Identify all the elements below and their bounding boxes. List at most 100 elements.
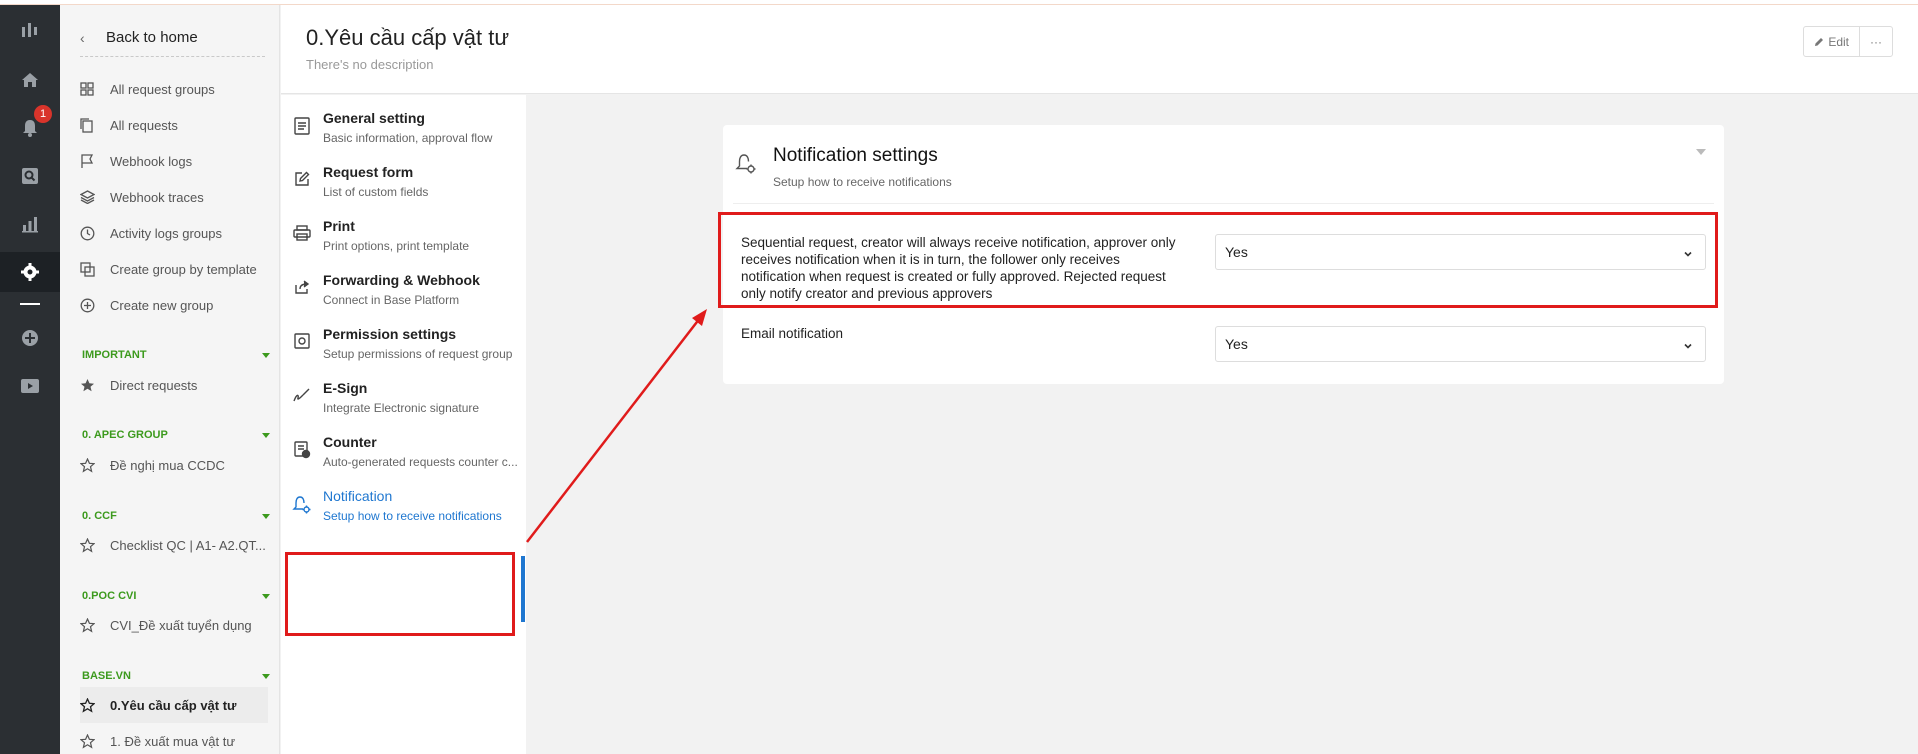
collapse-caret-icon[interactable] [1696, 149, 1706, 155]
caret-down-icon [262, 432, 270, 438]
star-filled-icon [80, 378, 110, 393]
menu-label: E-Sign [323, 380, 368, 396]
copy-icon [80, 117, 110, 133]
card-title: Notification settings [773, 145, 938, 166]
star-outline-icon [80, 697, 110, 713]
rail-divider [20, 303, 40, 305]
email-notification-label: Email notification [741, 326, 844, 341]
settings-menu: General setting Basic information, approv… [281, 95, 526, 754]
sidebar-item-direct-requests[interactable]: Direct requests [80, 367, 270, 403]
menu-sublabel: Auto-generated requests counter c... [323, 455, 518, 469]
sidebar-item-label: Create new group [110, 297, 214, 313]
more-label: ··· [1870, 34, 1882, 49]
menu-sublabel: Integrate Electronic signature [323, 401, 480, 415]
sidebar-item-label: 1. Đề xuất mua vật tư [110, 733, 236, 749]
report-chart-icon[interactable] [0, 204, 60, 244]
sidebar-item-cvi-de-xuat[interactable]: CVI_Đề xuất tuyển dụng [80, 607, 270, 643]
select-value: Yes [1225, 244, 1248, 260]
video-play-icon[interactable] [0, 366, 60, 406]
sidebar-item-activity-logs-groups[interactable]: Activity logs groups [80, 215, 270, 251]
caret-down-icon [262, 593, 270, 599]
menu-label: Forwarding & Webhook [323, 272, 480, 288]
clock-icon [80, 226, 110, 241]
select-value: Yes [1225, 336, 1248, 352]
layers-icon [80, 190, 110, 204]
menu-sublabel: Setup permissions of request group [323, 347, 513, 361]
group-name: 0. CCF [82, 510, 117, 522]
group-header-ccf[interactable]: 0. CCF [82, 510, 272, 522]
bell-gear-icon [735, 153, 757, 180]
sidebar-item-checklist-qc[interactable]: Checklist QC | A1- A2.QT... [80, 527, 270, 563]
caret-down-icon [262, 513, 270, 519]
app-rail: 1 [0, 5, 60, 754]
menu-label: General setting [323, 110, 425, 126]
card-divider [733, 203, 1714, 204]
grid-icon [80, 82, 110, 96]
menu-sublabel: Connect in Base Platform [323, 293, 460, 307]
page-title: 0.Yêu cầu cấp vật tư [306, 25, 510, 50]
notification-badge: 1 [34, 105, 52, 123]
menu-label: Request form [323, 164, 414, 180]
menu-label: Permission settings [323, 326, 457, 342]
caret-down-icon [262, 352, 270, 358]
sidebar-item-label: Webhook traces [110, 189, 204, 205]
card-subtitle: Setup how to receive notifications [773, 175, 952, 189]
sidebar-item-all-request-groups[interactable]: All request groups [80, 71, 270, 107]
star-outline-icon [80, 457, 110, 473]
sidebar: ‹ Back to home All request groups All re… [60, 5, 280, 754]
group-name: BASE.VN [82, 670, 131, 682]
flag-icon [80, 153, 110, 169]
more-options-button[interactable]: ··· [1859, 27, 1892, 56]
sequential-notification-select[interactable]: Yes [1215, 234, 1706, 270]
menu-sublabel: Print options, print template [323, 239, 470, 253]
sidebar-item-label: All requests [110, 117, 178, 133]
menu-sublabel: Basic information, approval flow [323, 131, 493, 145]
active-menu-indicator [521, 556, 525, 622]
notification-settings-card: Notification settings Setup how to recei… [723, 125, 1724, 384]
sidebar-item-label: Activity logs groups [110, 225, 222, 241]
base-logo-icon[interactable] [0, 10, 60, 50]
sidebar-item-label: Checklist QC | A1- A2.QT... [110, 537, 266, 553]
add-circle-icon[interactable] [0, 318, 60, 358]
email-notification-select[interactable]: Yes [1215, 326, 1706, 362]
group-header-apec-group[interactable]: 0. APEC GROUP [82, 429, 272, 441]
home-icon[interactable] [0, 60, 60, 100]
settings-menu-item-notification[interactable]: Notification Setup how to receive notific… [281, 473, 526, 539]
back-to-home-link[interactable]: ‹ Back to home [80, 19, 265, 57]
group-name: 0.POC CVI [82, 590, 137, 602]
star-outline-icon [80, 537, 110, 553]
sequential-request-label: Sequential request, creator will always … [741, 235, 1176, 301]
sidebar-item-label: CVI_Đề xuất tuyển dụng [110, 617, 252, 633]
group-header-poc-cvi[interactable]: 0.POC CVI [82, 590, 272, 602]
sidebar-item-de-nghi-mua-ccdc[interactable]: Đề nghị mua CCDC [80, 447, 270, 483]
star-outline-icon [80, 733, 110, 749]
menu-sublabel: List of custom fields [323, 185, 429, 199]
sidebar-item-label: Webhook logs [110, 153, 193, 169]
header-actions: Edit ··· [1803, 26, 1893, 57]
edit-button[interactable]: Edit [1804, 27, 1859, 56]
sidebar-item-label: Direct requests [110, 377, 198, 393]
sidebar-item-webhook-traces[interactable]: Webhook traces [80, 179, 270, 215]
page-header: 0.Yêu cầu cấp vật tư There's no descript… [281, 5, 1918, 94]
sidebar-item-yeu-cau-cap-vat-tu[interactable]: 0.Yêu cầu cấp vật tư [80, 687, 268, 723]
sidebar-item-label: Đề nghị mua CCDC [110, 457, 225, 473]
sidebar-item-label: 0.Yêu cầu cấp vật tư [110, 697, 237, 713]
menu-sublabel: Setup how to receive notifications [323, 509, 502, 523]
search-icon[interactable] [0, 156, 60, 196]
menu-label: Counter [323, 434, 377, 450]
settings-gear-icon[interactable] [0, 252, 60, 292]
sidebar-item-de-xuat-mua-vat-tu[interactable]: 1. Đề xuất mua vật tư [80, 723, 270, 754]
sidebar-item-create-new-group[interactable]: Create new group [80, 287, 270, 323]
caret-down-icon [262, 673, 270, 679]
sidebar-item-create-group-by-template[interactable]: Create group by template [80, 251, 270, 287]
group-name: 0. APEC GROUP [82, 429, 168, 441]
group-header-important[interactable]: IMPORTANT [82, 349, 272, 361]
chevron-down-icon [1683, 246, 1693, 262]
sidebar-item-webhook-logs[interactable]: Webhook logs [80, 143, 270, 179]
group-header-base-vn[interactable]: BASE.VN [82, 670, 272, 682]
menu-label: Print [323, 218, 355, 234]
sidebar-item-all-requests[interactable]: All requests [80, 107, 270, 143]
pencil-icon [1815, 37, 1824, 46]
menu-label: Notification [323, 488, 393, 504]
sidebar-item-label: All request groups [110, 81, 215, 97]
